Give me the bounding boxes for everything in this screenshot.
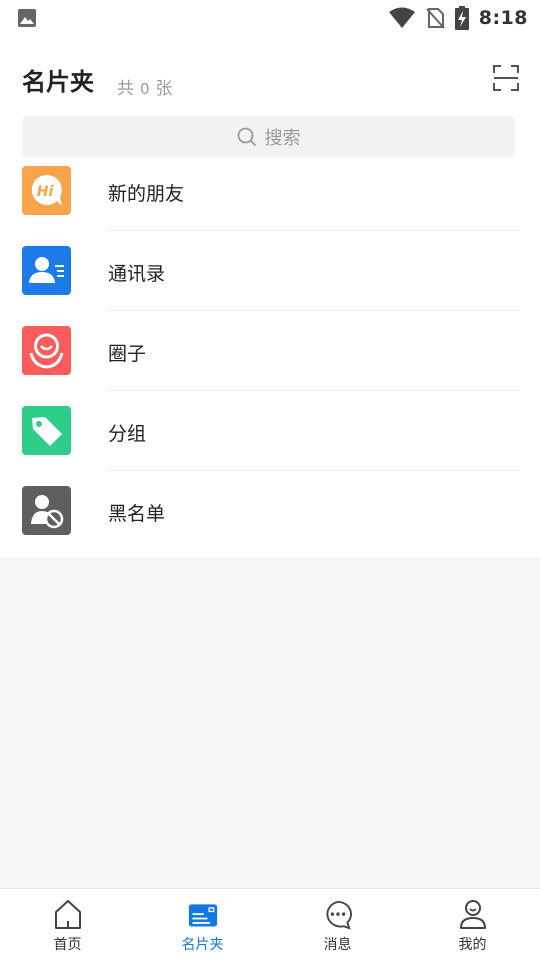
menu-item-label: 通讯录: [108, 263, 166, 285]
tab-profile[interactable]: 我的: [405, 889, 540, 960]
tab-home[interactable]: 首页: [0, 889, 135, 960]
menu-item-contacts[interactable]: 通讯录: [0, 231, 540, 311]
menu-item-label: 分组: [108, 423, 147, 445]
battery-charging-icon: [454, 6, 469, 30]
profile-icon: [459, 900, 486, 929]
search-icon: [237, 127, 256, 146]
gallery-icon: [18, 9, 36, 27]
tab-card-holder[interactable]: 名片夹: [135, 889, 270, 960]
count-suffix: 张: [155, 79, 173, 99]
menu-item-label: 新的朋友: [108, 183, 185, 205]
card-count: 共 0 张: [117, 74, 173, 99]
card-holder-panel: 名片夹 共 0 张 搜索 Hi 新的朋友 通讯录 圈子 分组 黑名单: [0, 36, 540, 557]
hi-bubble-icon: Hi: [22, 166, 71, 215]
menu-item-circles[interactable]: 圈子: [0, 311, 540, 391]
tab-label: 名片夹: [181, 937, 224, 953]
search-placeholder: 搜索: [264, 127, 301, 149]
menu-item-label: 圈子: [108, 343, 147, 365]
status-bar: 8:18: [0, 0, 540, 36]
menu-list: Hi 新的朋友 通讯录 圈子 分组 黑名单: [0, 158, 540, 551]
status-icons: 8:18: [388, 5, 528, 31]
scan-icon[interactable]: [493, 65, 519, 91]
tab-label: 我的: [458, 937, 487, 953]
no-sim-icon: [425, 8, 445, 29]
circle-group-icon: [22, 326, 71, 375]
wifi-icon: [388, 7, 415, 28]
clock: 8:18: [478, 7, 528, 29]
message-icon: [325, 900, 352, 930]
menu-item-new-friends[interactable]: Hi 新的朋友: [0, 151, 540, 231]
bottom-tab-bar: 首页 名片夹 消息 我的: [0, 888, 540, 960]
blocked-user-icon: [22, 486, 71, 535]
svg-text:Hi: Hi: [37, 184, 54, 200]
count-prefix: 共: [117, 79, 134, 99]
menu-item-groups[interactable]: 分组: [0, 391, 540, 471]
tab-label: 首页: [53, 937, 82, 953]
tab-messages[interactable]: 消息: [270, 889, 405, 960]
tag-icon: [22, 406, 71, 455]
tab-label: 消息: [323, 937, 352, 953]
page-title: 名片夹: [22, 68, 94, 96]
contacts-icon: [22, 246, 71, 295]
card-holder-icon: [188, 904, 217, 927]
count-value: 0: [140, 80, 150, 98]
menu-item-label: 黑名单: [108, 503, 166, 525]
home-icon: [54, 900, 81, 929]
menu-item-blacklist[interactable]: 黑名单: [0, 471, 540, 551]
